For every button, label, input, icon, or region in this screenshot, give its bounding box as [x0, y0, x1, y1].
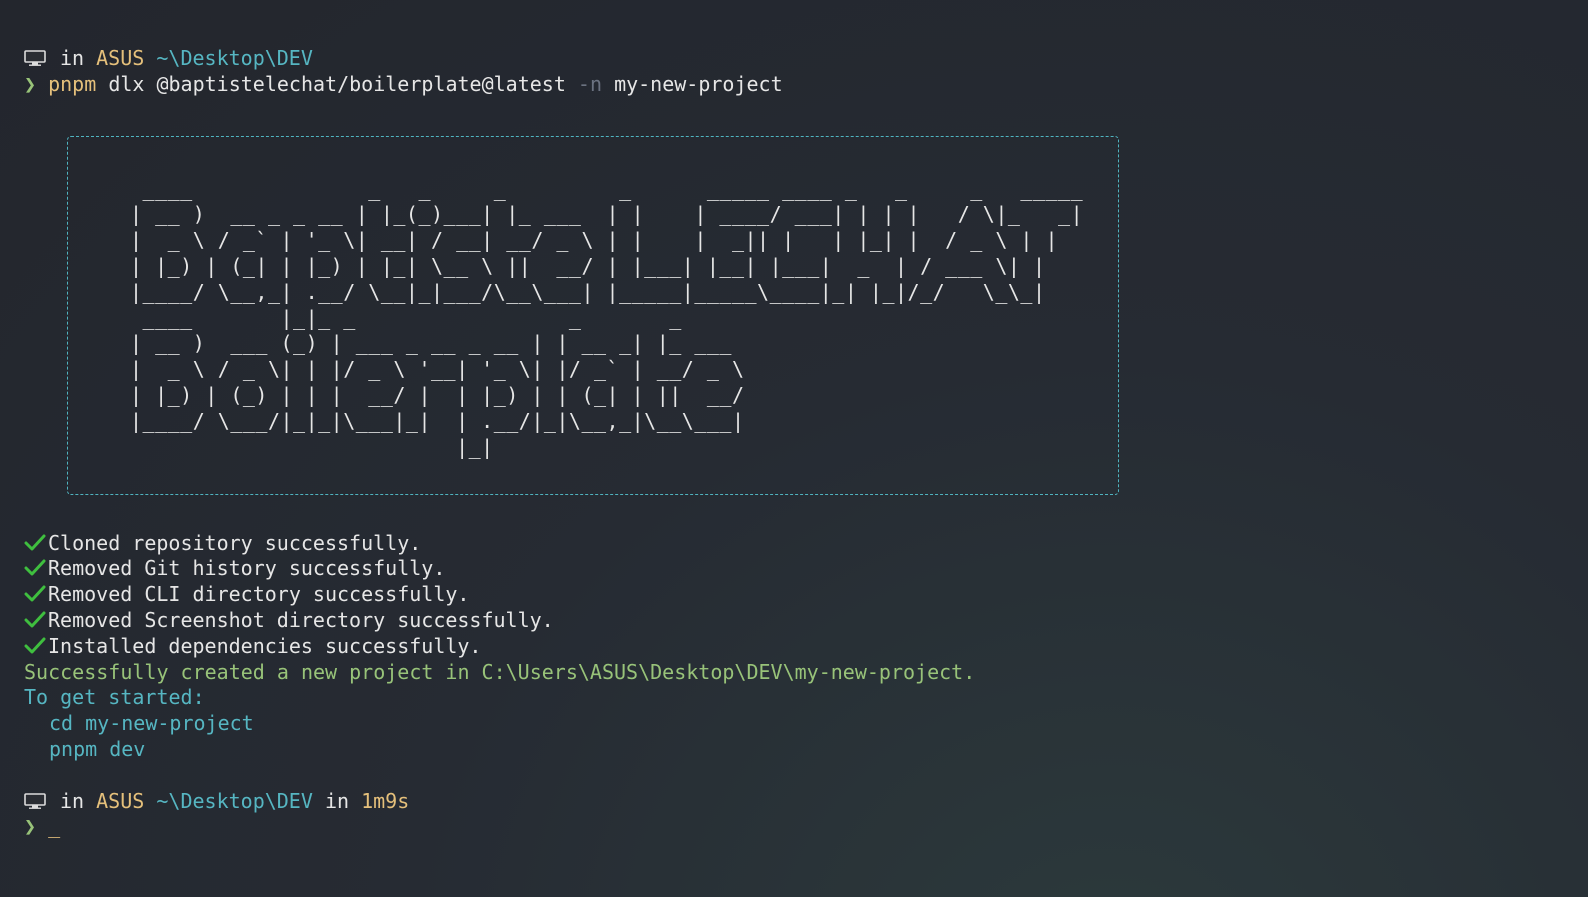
input-line[interactable]: ❯ _ [24, 814, 1588, 840]
prompt-in-word-2: in [324, 788, 350, 813]
ascii-line: ____ _ _ _ _ _____ ____ _ _ _ _____ [130, 176, 1084, 201]
next-command-dev: pnpm dev [49, 736, 146, 761]
steps-list: Cloned repository successfully. Removed … [24, 531, 1588, 763]
ascii-line: | __ ) ___ (_) | ___ _ __ _ __ | | __ _|… [130, 331, 732, 356]
step-item: Installed dependencies successfully. [24, 634, 1588, 660]
ascii-line: | __ ) __ _ _ __ | |_(_)___| |_ ___ | | … [130, 202, 1084, 227]
monitor-icon [24, 50, 46, 66]
prompt-line-2: in ASUS ~\Desktop\DEV in 1m9s [24, 789, 1588, 815]
get-started-heading: To get started: [24, 685, 205, 710]
ascii-banner-box: ____ _ _ _ _ _____ ____ _ _ _ _____ | __ … [67, 135, 1119, 495]
terminal-output[interactable]: in ASUS ~\Desktop\DEV ❯ pnpm dlx @baptis… [24, 46, 1588, 897]
ascii-line: | |_) | (_) | | | __/ | | |_) | | (_| | … [130, 382, 745, 407]
ascii-line: |____/ \___/|_|_|\___|_| | .__/|_|\__,_|… [130, 408, 745, 433]
check-icon [24, 559, 46, 576]
prompt-duration: 1m9s [361, 788, 410, 813]
prompt-in-word: in [60, 46, 85, 70]
ascii-line: | _ \ / _` | '_ \| __| / __| __/ _ \ | |… [130, 228, 1059, 253]
monitor-icon [24, 792, 46, 809]
ascii-art: ____ _ _ _ _ _____ ____ _ _ _ _____ | __ … [130, 177, 1083, 461]
prompt-host: ASUS [96, 46, 145, 70]
check-icon [24, 611, 46, 628]
command-args: dlx @baptistelechat/boilerplate@latest [108, 71, 566, 96]
next-command-cd: cd my-new-project [49, 711, 254, 736]
step-item: Removed CLI directory successfully. [24, 582, 1588, 608]
ascii-line: |____/ \__,_| .__/ \__|_|___/\__\___| |_… [130, 279, 1046, 304]
prompt-in-word: in [60, 788, 85, 813]
prompt-chevron: ❯ [24, 814, 37, 839]
prompt-path: ~\Desktop\DEV [156, 46, 313, 70]
check-icon [24, 585, 46, 602]
command-program: pnpm [48, 71, 97, 96]
command-value: my-new-project [614, 71, 783, 96]
step-text: Removed CLI directory successfully. [48, 582, 470, 607]
prompt-host: ASUS [96, 788, 145, 813]
prompt-chevron: ❯ [24, 71, 37, 96]
text-cursor[interactable]: _ [48, 814, 60, 838]
check-icon [24, 637, 46, 654]
step-text: Removed Git history successfully. [48, 556, 446, 581]
prompt-path: ~\Desktop\DEV [156, 788, 313, 813]
check-icon [24, 534, 46, 551]
step-text: Installed dependencies successfully. [48, 633, 482, 658]
command-flag: -n [577, 71, 603, 96]
success-message: Successfully created a new project in C:… [24, 659, 976, 684]
step-text: Removed Screenshot directory successfull… [48, 607, 554, 632]
ascii-line: | |_) | (_| | |_) | |_| \__ \ || __/ | |… [130, 253, 1046, 278]
step-item: Removed Git history successfully. [24, 556, 1588, 582]
step-text: Cloned repository successfully. [48, 530, 422, 555]
step-item: Removed Screenshot directory successfull… [24, 608, 1588, 634]
step-item: Cloned repository successfully. [24, 531, 1588, 557]
ascii-line: ____ |_|_ _ _ _ [130, 305, 682, 330]
ascii-line: |_| [130, 434, 494, 459]
ascii-line: | _ \ / _ \| | |/ _ \ '__| '_ \| |/ _` |… [130, 357, 745, 382]
prompt-line-1: in ASUS ~\Desktop\DEV [24, 46, 1588, 72]
command-line: ❯ pnpm dlx @baptistelechat/boilerplate@l… [24, 72, 1588, 98]
